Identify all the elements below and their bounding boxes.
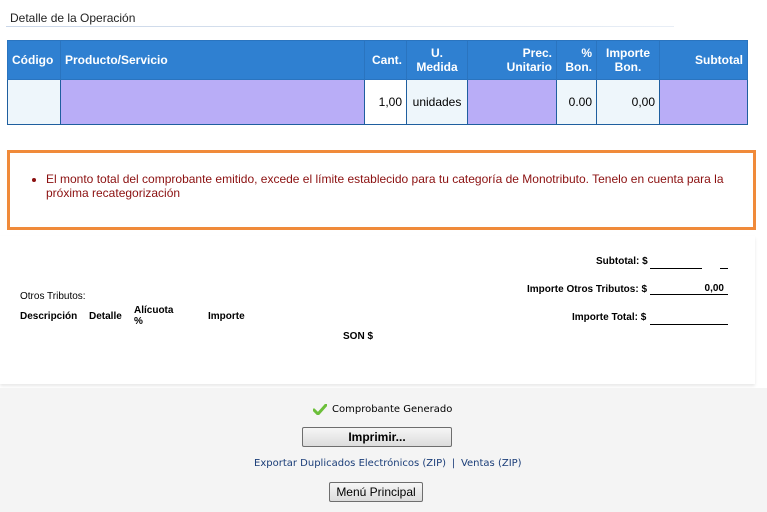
header-pct-bon: % Bon. (556, 40, 597, 80)
otros-tributos-value: 0,00 (650, 283, 728, 295)
print-button[interactable]: Imprimir... (302, 427, 452, 447)
cell-codigo (7, 79, 61, 125)
main-menu-button[interactable]: Menú Principal (329, 482, 423, 502)
header-prec-unitario: Prec. Unitario (467, 40, 557, 80)
status-text: Comprobante Generado (332, 404, 453, 415)
detail-table: Código Producto/Servicio Cant. U. Medida… (7, 40, 748, 125)
col-descripcion: Descripción (20, 311, 78, 322)
cell-cant: 1,00 (364, 79, 407, 125)
export-links: Exportar Duplicados Electrónicos (ZIP) |… (254, 458, 522, 469)
ventas-zip-link[interactable]: Ventas (ZIP) (461, 458, 522, 469)
cell-producto-redacted (60, 79, 365, 125)
col-detalle: Detalle (89, 311, 122, 322)
export-duplicates-link[interactable]: Exportar Duplicados Electrónicos (ZIP) (254, 458, 446, 469)
cell-precio-redacted (467, 79, 557, 125)
checkmark-icon (313, 404, 327, 415)
col-alicuota-line2: % (134, 316, 143, 327)
title-divider (6, 26, 674, 27)
importe-total-value-line (650, 313, 728, 325)
header-u-medida-line1: U. (431, 46, 443, 60)
header-prec-line2: Unitario (506, 60, 552, 74)
subtotal-label: Subtotal: $ (596, 256, 648, 267)
cell-pct-bon: 0.00 (556, 79, 597, 125)
totals-panel: Subtotal: $ Otros Tributos: Importe Otro… (0, 236, 755, 384)
header-producto: Producto/Servicio (60, 40, 365, 80)
header-u-medida-line2: Medida (416, 60, 458, 74)
table-header-row: Código Producto/Servicio Cant. U. Medida… (7, 40, 748, 80)
header-prec-line1: Prec. (522, 46, 552, 60)
col-alicuota-line1: Alícuota (134, 305, 174, 316)
otros-tributos-label: Importe Otros Tributos: $ (527, 284, 648, 295)
section-title: Detalle de la Operación (10, 11, 136, 25)
col-importe: Importe (208, 311, 245, 322)
col-alicuota: Alícuota % (134, 305, 173, 327)
son-label: SON $ (343, 331, 374, 342)
link-separator: | (451, 458, 456, 469)
header-pct-bon-line2: Bon. (565, 60, 592, 74)
cell-unidad: unidades (406, 79, 468, 125)
otros-tributos-title: Otros Tributos: (20, 291, 86, 302)
header-subtotal: Subtotal (659, 40, 748, 80)
cell-importe-bon: 0,00 (596, 79, 660, 125)
cell-subtotal-redacted (659, 79, 748, 125)
table-row: 1,00 unidades 0.00 0,00 (7, 79, 748, 125)
header-cant: Cant. (364, 40, 407, 80)
header-codigo: Código (7, 40, 61, 80)
subtotal-extra-line (720, 257, 728, 269)
header-importe-bon-line2: Bon. (614, 60, 642, 74)
header-pct-bon-line1: % (581, 46, 592, 60)
header-importe-bon: Importe Bon. (596, 40, 660, 80)
warning-message: El monto total del comprobante emitido, … (46, 172, 753, 200)
header-importe-bon-line1: Importe (605, 46, 650, 60)
subtotal-value-line (650, 257, 702, 269)
recategorization-warning: El monto total del comprobante emitido, … (7, 150, 756, 230)
importe-total-label: Importe Total: $ (572, 312, 647, 323)
footer-actions: Comprobante Generado Imprimir... Exporta… (0, 388, 767, 512)
header-u-medida: U. Medida (406, 40, 468, 80)
status-generated: Comprobante Generado (313, 404, 452, 415)
